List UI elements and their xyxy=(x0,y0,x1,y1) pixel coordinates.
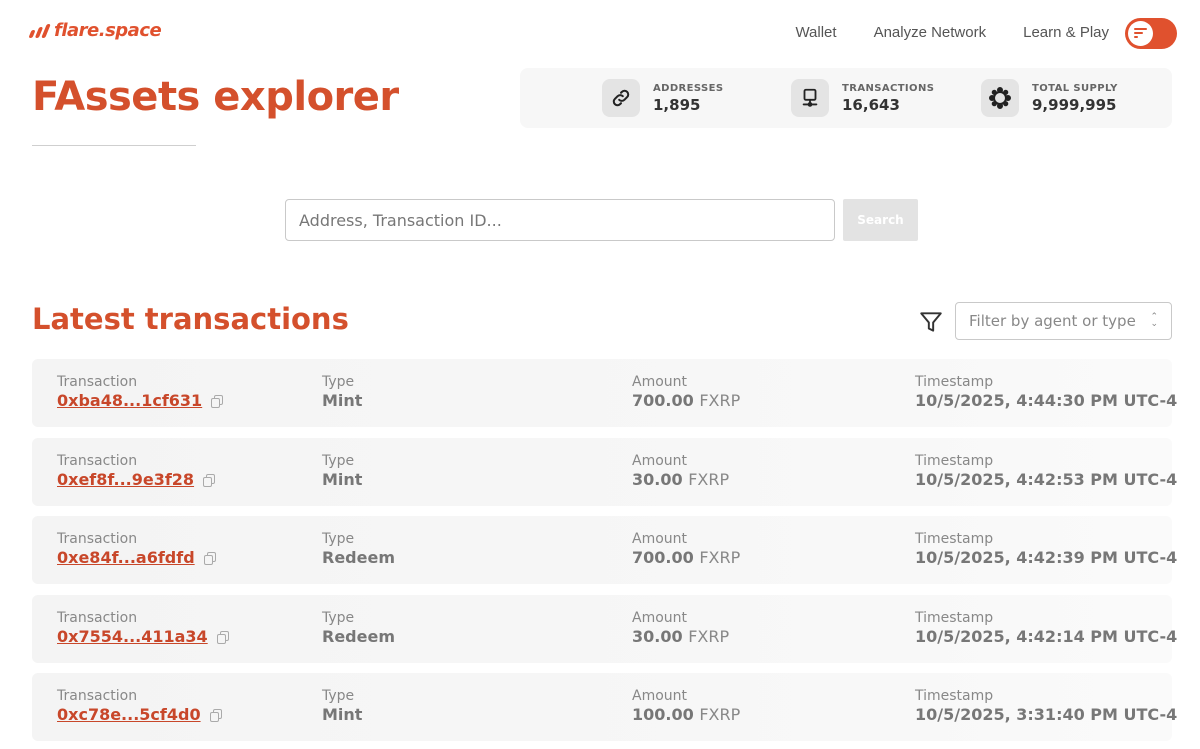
copy-icon[interactable] xyxy=(209,708,223,722)
nav-analyze-network[interactable]: Analyze Network xyxy=(874,24,987,41)
logo[interactable]: flare.space xyxy=(28,20,162,41)
link-icon xyxy=(602,79,640,117)
filter-placeholder: Filter by agent or type xyxy=(969,312,1136,330)
nav-wallet[interactable]: Wallet xyxy=(795,24,836,41)
transaction-id-link[interactable]: 0xba48...1cf631 xyxy=(57,391,202,411)
amount-value: 30.00 xyxy=(632,626,683,646)
transaction-row[interactable]: Transaction 0xc78e...5cf4d0 Type Mint Am… xyxy=(32,673,1177,741)
supply-icon xyxy=(981,79,1019,117)
transaction-id-link[interactable]: 0xe84f...a6fdfd xyxy=(57,548,195,568)
amount-unit: FXRP xyxy=(688,626,730,646)
logo-text: flare.space xyxy=(54,20,162,41)
page-title: FAssets explorer xyxy=(32,74,399,120)
copy-icon[interactable] xyxy=(202,473,216,487)
flare-logo-icon xyxy=(28,23,51,38)
nav-learn-and-play[interactable]: Learn & Play xyxy=(1023,24,1109,41)
timestamp-label: Timestamp xyxy=(915,609,994,626)
amount-label: Amount xyxy=(632,531,688,547)
amount-label: Amount xyxy=(632,374,688,390)
search-button[interactable]: Search xyxy=(843,199,918,241)
stat-transactions: TRANSACTIONS 16,643 xyxy=(791,79,934,117)
timestamp-value: 10/5/2025, 4:42:39 PM UTC-4 xyxy=(915,548,1178,567)
transaction-row[interactable]: Transaction 0x7554...411a34 Type Redeem … xyxy=(32,594,1177,663)
type-value: Mint xyxy=(322,469,363,489)
timestamp-value: 10/5/2025, 4:42:14 PM UTC-4 xyxy=(915,626,1178,646)
search-input[interactable] xyxy=(285,199,835,241)
transaction-id-link[interactable]: 0xc78e...5cf4d0 xyxy=(57,705,201,725)
amount-label: Amount xyxy=(632,688,688,704)
transaction-icon xyxy=(791,79,829,117)
transaction-label: Transaction xyxy=(57,531,138,547)
stat-addresses-value: 1,895 xyxy=(653,95,701,114)
transaction-row[interactable]: Transaction 0xe84f...a6fdfd Type Redeem … xyxy=(32,516,1177,584)
stat-transactions-label: TRANSACTIONS xyxy=(842,82,935,94)
timestamp-label: Timestamp xyxy=(915,531,994,547)
transaction-row[interactable]: Transaction 0xba48...1cf631 Type Mint Am… xyxy=(32,359,1177,427)
stat-transactions-value: 16,643 xyxy=(842,95,900,114)
copy-icon[interactable] xyxy=(216,630,230,644)
stat-total-supply: TOTAL SUPPLY 9,999,995 xyxy=(981,79,1118,117)
stat-total-supply-value: 9,999,995 xyxy=(1032,95,1117,114)
transaction-label: Transaction xyxy=(57,609,138,626)
chevron-updown-icon: ⌃ ⌄ xyxy=(1150,312,1158,329)
amount-value: 30.00 xyxy=(632,469,683,489)
type-label: Type xyxy=(322,688,355,704)
type-value: Redeem xyxy=(322,626,395,646)
type-value: Mint xyxy=(322,391,363,410)
copy-icon[interactable] xyxy=(210,394,224,408)
theme-toggle[interactable] xyxy=(1125,18,1177,49)
transactions-list: Transaction 0xba48...1cf631 Type Mint Am… xyxy=(32,359,1177,749)
amount-value: 100.00 xyxy=(632,705,694,724)
timestamp-label: Timestamp xyxy=(915,688,994,704)
toggle-knob xyxy=(1128,21,1153,46)
transaction-id-link[interactable]: 0x7554...411a34 xyxy=(57,627,208,647)
type-label: Type xyxy=(322,374,355,390)
transaction-label: Transaction xyxy=(57,374,138,390)
type-value: Redeem xyxy=(322,548,395,567)
transaction-label: Transaction xyxy=(57,688,138,704)
timestamp-value: 10/5/2025, 4:44:30 PM UTC-4 xyxy=(915,391,1178,410)
stat-addresses-label: ADDRESSES xyxy=(653,82,724,94)
amount-unit: FXRP xyxy=(699,548,741,567)
title-divider xyxy=(32,145,196,146)
stats-panel: ADDRESSES 1,895 TRANSACTIONS 16,643 TOTA… xyxy=(520,68,1172,128)
timestamp-label: Timestamp xyxy=(915,374,994,390)
amount-unit: FXRP xyxy=(699,391,741,410)
timestamp-label: Timestamp xyxy=(915,452,994,469)
type-label: Type xyxy=(322,609,355,626)
timestamp-value: 10/5/2025, 4:42:53 PM UTC-4 xyxy=(915,469,1178,489)
amount-value: 700.00 xyxy=(632,391,694,410)
amount-label: Amount xyxy=(632,609,688,626)
stat-total-supply-label: TOTAL SUPPLY xyxy=(1032,82,1118,94)
type-value: Mint xyxy=(322,705,363,724)
copy-icon[interactable] xyxy=(203,551,217,565)
stat-addresses: ADDRESSES 1,895 xyxy=(602,79,723,117)
type-label: Type xyxy=(322,452,355,469)
filter-icon[interactable] xyxy=(918,309,944,335)
filter-select[interactable]: Filter by agent or type ⌃ ⌄ xyxy=(955,302,1172,340)
latest-transactions-title: Latest transactions xyxy=(32,302,349,336)
type-label: Type xyxy=(322,531,355,547)
transaction-id-link[interactable]: 0xef8f...9e3f28 xyxy=(57,470,194,490)
timestamp-value: 10/5/2025, 3:31:40 PM UTC-4 xyxy=(915,705,1178,724)
amount-unit: FXRP xyxy=(699,705,741,724)
transaction-label: Transaction xyxy=(57,452,138,469)
top-header: flare.space Wallet Analyze Network Learn… xyxy=(0,0,1200,66)
amount-label: Amount xyxy=(632,452,688,469)
amount-unit: FXRP xyxy=(688,469,730,489)
main-nav: Wallet Analyze Network Learn & Play xyxy=(795,24,1109,41)
amount-value: 700.00 xyxy=(632,548,694,567)
transaction-row[interactable]: Transaction 0xef8f...9e3f28 Type Mint Am… xyxy=(32,437,1177,506)
